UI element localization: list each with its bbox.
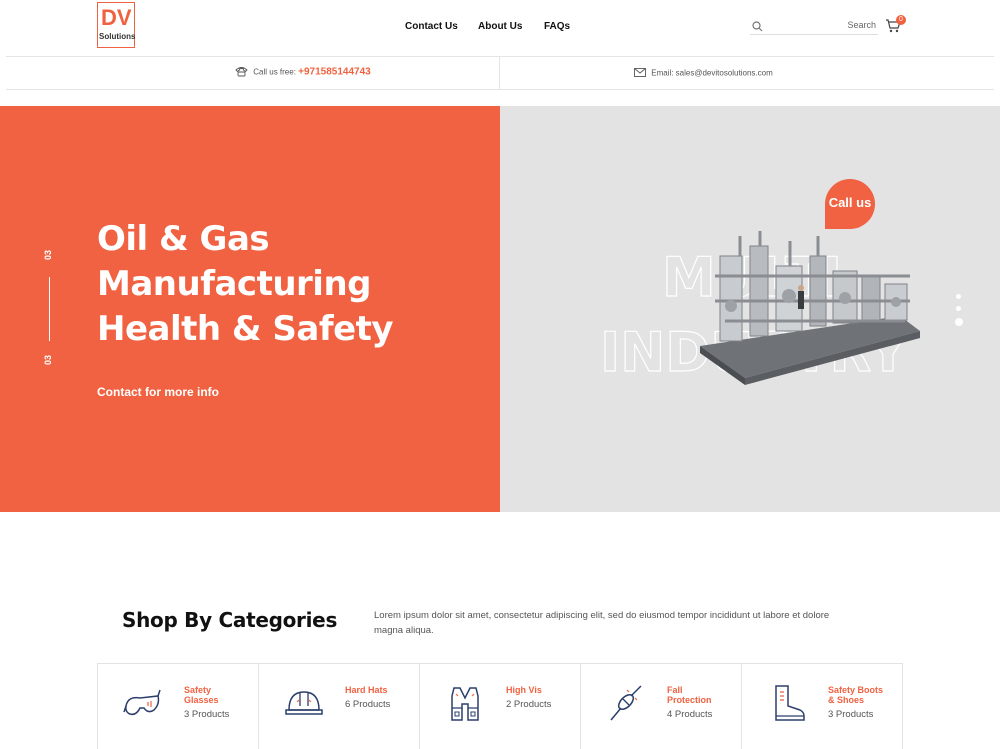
mail-icon [634, 68, 646, 79]
phone-info: Call us free: +971585144743 [235, 66, 371, 79]
hard-hat-icon [283, 682, 325, 724]
nav-contact-us[interactable]: Contact Us [405, 21, 458, 32]
phone-number-link[interactable]: +971585144743 [298, 67, 371, 78]
category-name: Safety Glasses [184, 685, 219, 705]
hero-title: Oil & Gas Manufacturing Health & Safety [97, 217, 394, 352]
search-icon[interactable] [752, 19, 763, 37]
category-count: 4 Products [667, 709, 713, 720]
divider [499, 57, 500, 89]
email-link[interactable]: Email: sales@devitosolutions.com [651, 69, 773, 78]
section-title: Shop By Categories [122, 608, 338, 632]
hero-right-panel: MULTI INDUSTRY [500, 106, 1000, 512]
slider-dot[interactable] [956, 294, 961, 299]
call-us-button[interactable]: Call us [825, 179, 875, 229]
category-name: Fall Protection [667, 685, 712, 705]
category-count: 3 Products [828, 709, 874, 720]
slider-dot[interactable] [956, 306, 961, 311]
divider [6, 89, 994, 90]
category-card-safety-glasses[interactable]: Safety Glasses 3 Products [97, 663, 259, 749]
high-vis-vest-icon [444, 682, 486, 724]
category-count: 3 Products [184, 709, 230, 720]
phone-icon [235, 66, 248, 79]
nav-faqs[interactable]: FAQs [544, 21, 570, 32]
slide-current: 03 [43, 250, 53, 261]
category-card-fall-protection[interactable]: Fall Protection 4 Products [580, 663, 742, 749]
safety-glasses-icon [122, 682, 164, 724]
slide-progress-line [49, 277, 50, 341]
divider [6, 56, 994, 57]
section-description: Lorem ipsum dolor sit amet, consectetur … [374, 610, 830, 636]
slider-dot-active[interactable] [955, 318, 963, 326]
nav-about-us[interactable]: About Us [478, 21, 522, 32]
logo-main-text: DV [101, 5, 132, 30]
search-box [750, 14, 878, 35]
category-name: Safety Boots & Shoes [828, 685, 884, 705]
logo-sub-text: Solutions [99, 32, 136, 41]
site-header: DV Solutions Contact Us About Us FAQs 0 [0, 0, 1000, 56]
category-name: High Vis [506, 685, 542, 695]
email-info: Email: sales@devitosolutions.com [634, 68, 773, 79]
category-card-safety-boots[interactable]: Safety Boots & Shoes 3 Products [741, 663, 903, 749]
safety-boot-icon [766, 682, 808, 724]
hero-title-line: Oil & Gas [97, 219, 270, 259]
hero-title-line: Manufacturing [97, 264, 372, 304]
category-card-hard-hats[interactable]: Hard Hats 6 Products [258, 663, 420, 749]
fall-protection-icon [605, 682, 647, 724]
category-count: 2 Products [506, 699, 552, 710]
hero-title-line: Health & Safety [97, 309, 394, 349]
slide-total: 03 [43, 355, 53, 366]
contact-more-info-link[interactable]: Contact for more info [97, 385, 219, 399]
category-count: 6 Products [345, 699, 391, 710]
category-card-high-vis[interactable]: High Vis 2 Products [419, 663, 581, 749]
hero-image: MULTI INDUSTRY [599, 231, 920, 385]
logo[interactable]: DV Solutions [97, 2, 135, 48]
search-input[interactable] [766, 17, 876, 33]
phone-label: Call us free: [253, 67, 296, 77]
category-name: Hard Hats [345, 685, 388, 695]
call-us-label: Call us [828, 195, 872, 210]
cart-count-badge: 0 [896, 15, 906, 25]
